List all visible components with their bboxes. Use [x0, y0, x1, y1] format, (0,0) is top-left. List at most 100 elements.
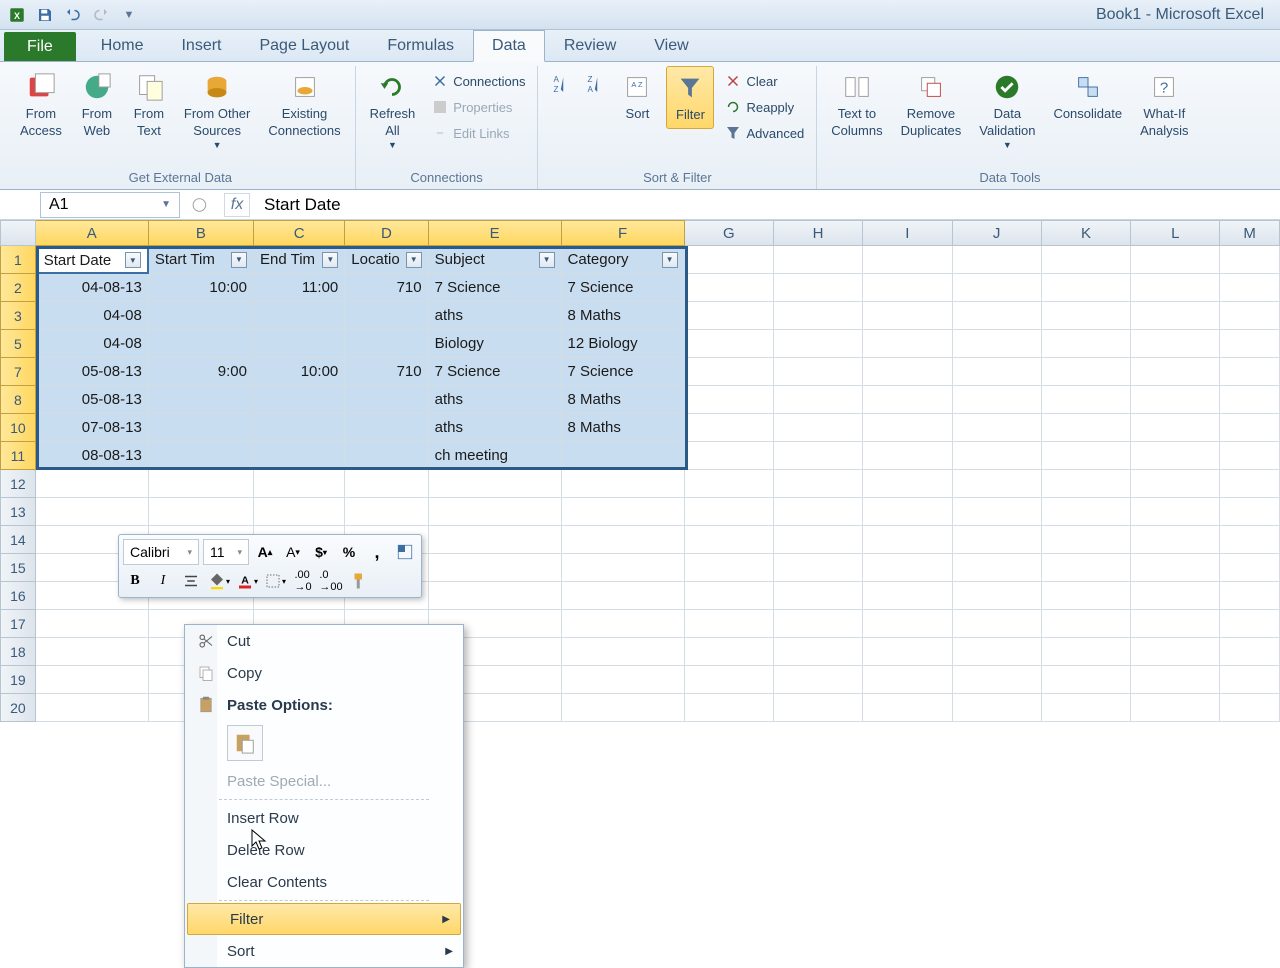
cell[interactable]: [1042, 610, 1131, 638]
tab-data[interactable]: Data: [473, 30, 545, 62]
cell[interactable]: 07-08-13: [36, 414, 149, 442]
cell[interactable]: [254, 470, 345, 498]
cell[interactable]: 08-08-13: [36, 442, 149, 470]
cell[interactable]: [345, 414, 428, 442]
formula-input[interactable]: [258, 193, 658, 217]
cell[interactable]: 710: [345, 358, 428, 386]
cell[interactable]: [685, 470, 774, 498]
cell[interactable]: [562, 442, 685, 470]
row-header[interactable]: 12: [0, 470, 36, 498]
align-center-icon[interactable]: [179, 569, 203, 593]
cell[interactable]: [36, 470, 149, 498]
cell[interactable]: [774, 386, 863, 414]
cell[interactable]: [36, 610, 149, 638]
cell[interactable]: 7 Science: [562, 358, 685, 386]
cell[interactable]: [863, 582, 952, 610]
cell[interactable]: [1220, 666, 1280, 694]
cell[interactable]: [562, 638, 685, 666]
menu-sort[interactable]: Sort▶: [185, 935, 463, 967]
menu-cut[interactable]: Cut: [185, 625, 463, 657]
cell[interactable]: [953, 302, 1042, 330]
cell[interactable]: 11:00: [254, 274, 345, 302]
cell[interactable]: [254, 442, 345, 470]
cell[interactable]: [863, 526, 952, 554]
cell[interactable]: [863, 694, 952, 722]
filter-dropdown-icon[interactable]: ▼: [662, 252, 678, 268]
cell[interactable]: [1042, 554, 1131, 582]
reapply-button[interactable]: Reapply: [720, 96, 808, 118]
column-header[interactable]: J: [953, 220, 1042, 246]
redo-icon[interactable]: [90, 4, 112, 26]
column-header[interactable]: C: [254, 220, 345, 246]
cell[interactable]: [685, 666, 774, 694]
row-header[interactable]: 5: [0, 330, 36, 358]
cell[interactable]: [1131, 246, 1220, 274]
column-header[interactable]: F: [562, 220, 685, 246]
bold-icon[interactable]: B: [123, 569, 147, 593]
cell[interactable]: [345, 498, 428, 526]
cell[interactable]: [863, 246, 952, 274]
column-header[interactable]: L: [1131, 220, 1220, 246]
cell[interactable]: [774, 554, 863, 582]
cell[interactable]: [863, 638, 952, 666]
cell[interactable]: [254, 386, 345, 414]
cell[interactable]: 710: [345, 274, 428, 302]
cell[interactable]: End Tim▼: [254, 246, 345, 274]
cell[interactable]: [562, 554, 685, 582]
row-header[interactable]: 2: [0, 274, 36, 302]
cell[interactable]: [1220, 442, 1280, 470]
filter-dropdown-icon[interactable]: ▼: [125, 252, 141, 268]
cell[interactable]: 8 Maths: [562, 302, 685, 330]
cell[interactable]: [1131, 638, 1220, 666]
cell[interactable]: [685, 442, 774, 470]
cell[interactable]: [953, 470, 1042, 498]
cell[interactable]: [953, 582, 1042, 610]
cell[interactable]: [1220, 358, 1280, 386]
remove-duplicates-button[interactable]: RemoveDuplicates: [895, 66, 968, 144]
cell[interactable]: [1220, 526, 1280, 554]
cell[interactable]: [863, 498, 952, 526]
cell[interactable]: [953, 442, 1042, 470]
cell[interactable]: [953, 610, 1042, 638]
cell[interactable]: [1042, 414, 1131, 442]
row-header[interactable]: 19: [0, 666, 36, 694]
column-header[interactable]: G: [685, 220, 774, 246]
cell[interactable]: [1220, 274, 1280, 302]
font-name-dropdown[interactable]: Calibri▾: [123, 539, 199, 565]
cell[interactable]: [1220, 470, 1280, 498]
percent-icon[interactable]: %: [337, 540, 361, 564]
grow-font-icon[interactable]: A▴: [253, 540, 277, 564]
cell[interactable]: [429, 582, 562, 610]
cell[interactable]: [1131, 666, 1220, 694]
font-size-dropdown[interactable]: 11▾: [203, 539, 249, 565]
chevron-down-icon[interactable]: ▼: [161, 199, 171, 210]
cell[interactable]: 8 Maths: [562, 386, 685, 414]
filter-dropdown-icon[interactable]: ▼: [539, 252, 555, 268]
cell[interactable]: 10:00: [149, 274, 254, 302]
comma-icon[interactable]: ,: [365, 540, 389, 564]
cell[interactable]: [1042, 498, 1131, 526]
cell[interactable]: [345, 442, 428, 470]
cell[interactable]: 04-08: [36, 330, 149, 358]
cell[interactable]: aths: [429, 414, 562, 442]
cell[interactable]: [774, 470, 863, 498]
increase-decimal-icon[interactable]: .00→0: [291, 569, 315, 593]
cell[interactable]: [1220, 302, 1280, 330]
cell[interactable]: [149, 414, 254, 442]
cell[interactable]: [774, 246, 863, 274]
cell[interactable]: [345, 302, 428, 330]
cell[interactable]: [863, 274, 952, 302]
text-to-columns-button[interactable]: Text toColumns: [825, 66, 888, 144]
column-header[interactable]: I: [863, 220, 952, 246]
cell[interactable]: [1220, 386, 1280, 414]
cell[interactable]: [1042, 638, 1131, 666]
from-access-button[interactable]: FromAccess: [14, 66, 68, 144]
cell[interactable]: [774, 302, 863, 330]
shrink-font-icon[interactable]: A▾: [281, 540, 305, 564]
cell[interactable]: 04-08-13: [36, 274, 149, 302]
cell[interactable]: [774, 610, 863, 638]
row-header[interactable]: 20: [0, 694, 36, 722]
cell[interactable]: [1042, 470, 1131, 498]
cell[interactable]: [1042, 246, 1131, 274]
cell[interactable]: Category▼: [562, 246, 685, 274]
